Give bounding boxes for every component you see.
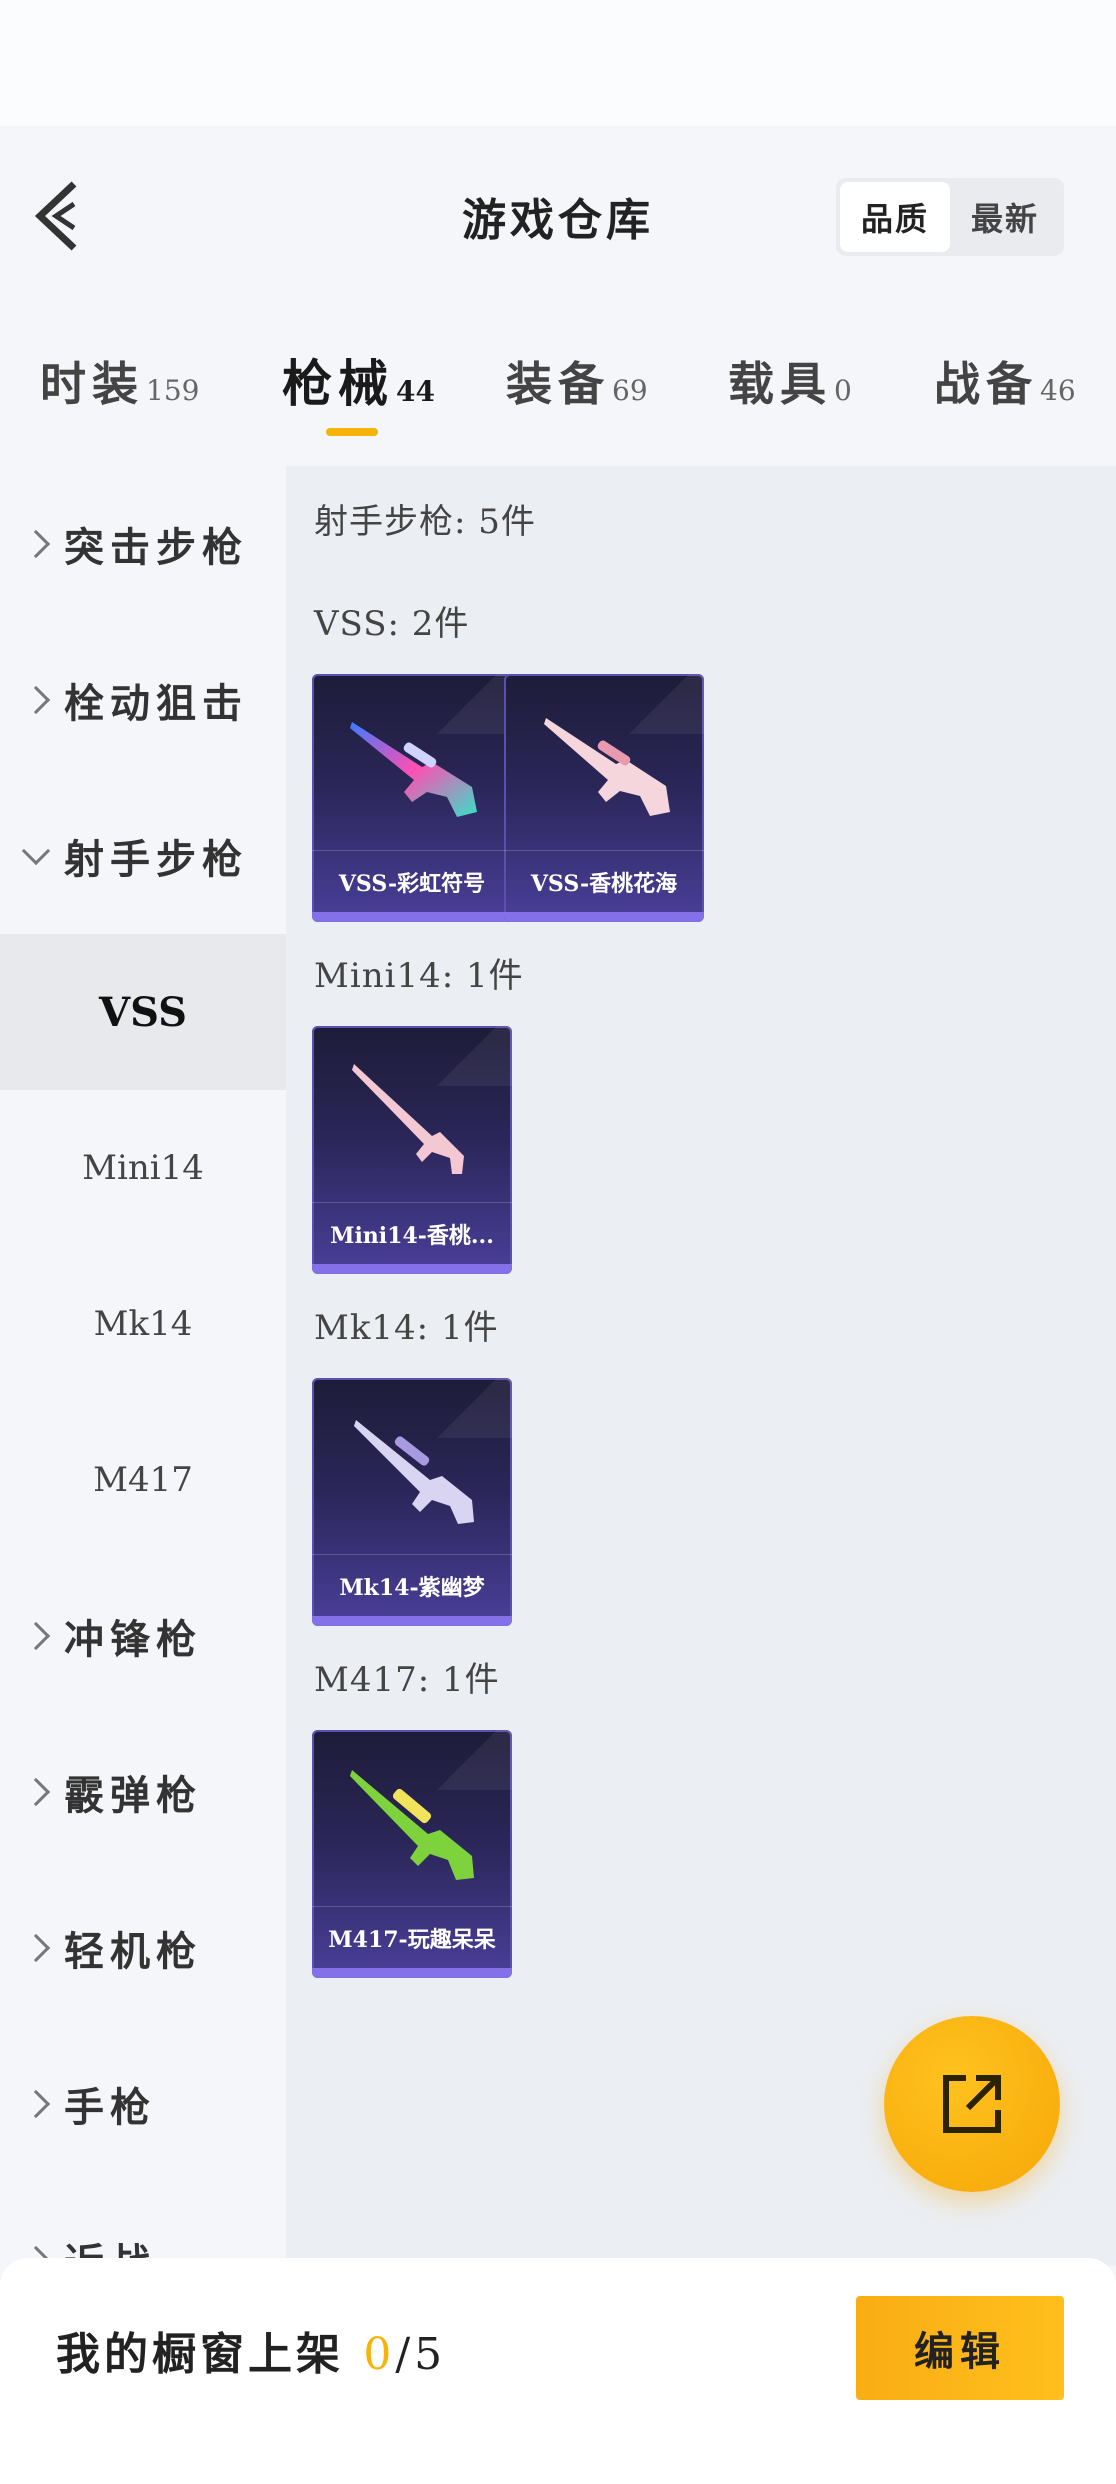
group-title-mini14: Mini14: 1件 bbox=[314, 956, 524, 996]
rarity-bar bbox=[312, 1264, 512, 1274]
sort-latest-button[interactable]: 最新 bbox=[950, 182, 1060, 252]
tab-fashion[interactable]: 时装 159 bbox=[40, 348, 199, 414]
section-title: 射手步枪: 5件 bbox=[314, 502, 536, 542]
sort-toggle[interactable]: 品质 最新 bbox=[836, 178, 1064, 256]
sidebar-subitem-mini14[interactable]: Mini14 bbox=[0, 1090, 286, 1246]
rainbow-sniper-rifle-icon bbox=[350, 722, 477, 817]
purple-rifle-icon bbox=[354, 1420, 474, 1524]
group-title-vss: VSS: 2件 bbox=[314, 604, 470, 644]
tab-vehicles[interactable]: 载具 0 bbox=[728, 348, 852, 414]
tab-count: 0 bbox=[834, 374, 852, 407]
showcase-count: 0 bbox=[363, 2329, 396, 2380]
item-name: Mk14-紫幽梦 bbox=[312, 1554, 512, 1616]
item-name: VSS-香桃花海 bbox=[504, 850, 704, 912]
item-card[interactable]: VSS-彩虹符号 bbox=[312, 674, 512, 922]
sidebar-item-label: 射手步枪 bbox=[64, 836, 248, 883]
tab-count: 46 bbox=[1040, 374, 1076, 407]
tab-supplies[interactable]: 战备 46 bbox=[934, 348, 1076, 414]
green-rifle-icon bbox=[350, 1770, 474, 1880]
tab-label: 载具 bbox=[728, 357, 832, 411]
chevron-right-icon bbox=[21, 2089, 51, 2119]
rarity-bar bbox=[312, 912, 512, 922]
chevron-right-icon bbox=[21, 529, 51, 559]
sidebar-item-label: 手枪 bbox=[64, 2084, 156, 2131]
sidebar-item-smg[interactable]: 冲锋枪 bbox=[0, 1558, 286, 1714]
tab-label: 枪械 bbox=[282, 354, 394, 413]
group-title-mk14: Mk14: 1件 bbox=[314, 1308, 499, 1348]
chevron-right-icon bbox=[21, 1933, 51, 1963]
group-title-m417: M417: 1件 bbox=[314, 1660, 500, 1700]
tab-count: 159 bbox=[146, 374, 200, 407]
sidebar-item-label: 突击步枪 bbox=[64, 524, 248, 571]
sidebar-item-marksman-rifle[interactable]: 射手步枪 bbox=[0, 778, 286, 934]
tab-count: 44 bbox=[396, 375, 435, 408]
rarity-bar bbox=[312, 1616, 512, 1626]
sidebar-item-pistol[interactable]: 手枪 bbox=[0, 2026, 286, 2182]
tab-label: 装备 bbox=[506, 357, 610, 411]
chevron-right-icon bbox=[21, 685, 51, 715]
sidebar-subitem-m417[interactable]: M417 bbox=[0, 1402, 286, 1558]
tab-count: 69 bbox=[612, 374, 648, 407]
tab-equipment[interactable]: 装备 69 bbox=[506, 348, 648, 414]
sort-quality-button[interactable]: 品质 bbox=[840, 182, 950, 252]
sidebar-item-lmg[interactable]: 轻机枪 bbox=[0, 1870, 286, 2026]
rarity-bar bbox=[504, 912, 704, 922]
item-list: 射手步枪: 5件 VSS: 2件 VSS-彩虹符号 VSS-香桃花海 Mini1… bbox=[286, 466, 1116, 2266]
share-button[interactable] bbox=[884, 2016, 1060, 2192]
item-card[interactable]: Mk14-紫幽梦 bbox=[312, 1378, 512, 1626]
chevron-right-icon bbox=[21, 1621, 51, 1651]
item-name: Mini14-香桃... bbox=[312, 1202, 512, 1264]
tab-label: 时装 bbox=[40, 357, 144, 411]
sidebar-item-label: 轻机枪 bbox=[64, 1928, 202, 1975]
sidebar-item-assault-rifle[interactable]: 突击步枪 bbox=[0, 466, 286, 622]
item-card[interactable]: VSS-香桃花海 bbox=[504, 674, 704, 922]
chevron-right-icon bbox=[21, 1777, 51, 1807]
active-tab-indicator bbox=[326, 428, 378, 436]
rarity-bar bbox=[312, 1968, 512, 1978]
category-tabs: 时装 159 枪械 44 装备 69 载具 0 战备 46 bbox=[0, 340, 1116, 440]
status-bar bbox=[0, 0, 1116, 126]
item-name: VSS-彩虹符号 bbox=[312, 850, 512, 912]
sidebar-item-melee[interactable]: 近战 bbox=[0, 2182, 286, 2266]
pink-sniper-rifle-icon bbox=[544, 718, 670, 816]
item-name: M417-玩趣呆呆 bbox=[312, 1906, 512, 1968]
showcase-status: 我的橱窗上架 0/5 bbox=[56, 2318, 446, 2382]
showcase-total: /5 bbox=[395, 2329, 447, 2380]
sidebar-item-label: 冲锋枪 bbox=[64, 1616, 202, 1663]
sidebar-item-bolt-sniper[interactable]: 栓动狙击 bbox=[0, 622, 286, 778]
pink-rifle-icon bbox=[352, 1064, 464, 1174]
tab-label: 战备 bbox=[934, 357, 1038, 411]
sidebar-subitem-vss[interactable]: VSS bbox=[0, 934, 286, 1090]
edit-button[interactable]: 编辑 bbox=[856, 2296, 1064, 2400]
chevron-down-icon bbox=[21, 836, 51, 866]
sidebar-subitem-mk14[interactable]: Mk14 bbox=[0, 1246, 286, 1402]
item-card[interactable]: Mini14-香桃... bbox=[312, 1026, 512, 1274]
sidebar-item-label: 霰弹枪 bbox=[64, 1772, 202, 1819]
item-card[interactable]: M417-玩趣呆呆 bbox=[312, 1730, 512, 1978]
share-external-icon bbox=[943, 2075, 1001, 2133]
sidebar-item-label: 栓动狙击 bbox=[64, 680, 248, 727]
showcase-label: 我的橱窗上架 bbox=[56, 2329, 344, 2380]
sidebar-item-shotgun[interactable]: 霰弹枪 bbox=[0, 1714, 286, 1870]
sidebar: 突击步枪 栓动狙击 射手步枪 VSS Mini14 Mk14 M417 冲锋枪 … bbox=[0, 466, 286, 2266]
tab-firearms[interactable]: 枪械 44 bbox=[282, 344, 435, 416]
